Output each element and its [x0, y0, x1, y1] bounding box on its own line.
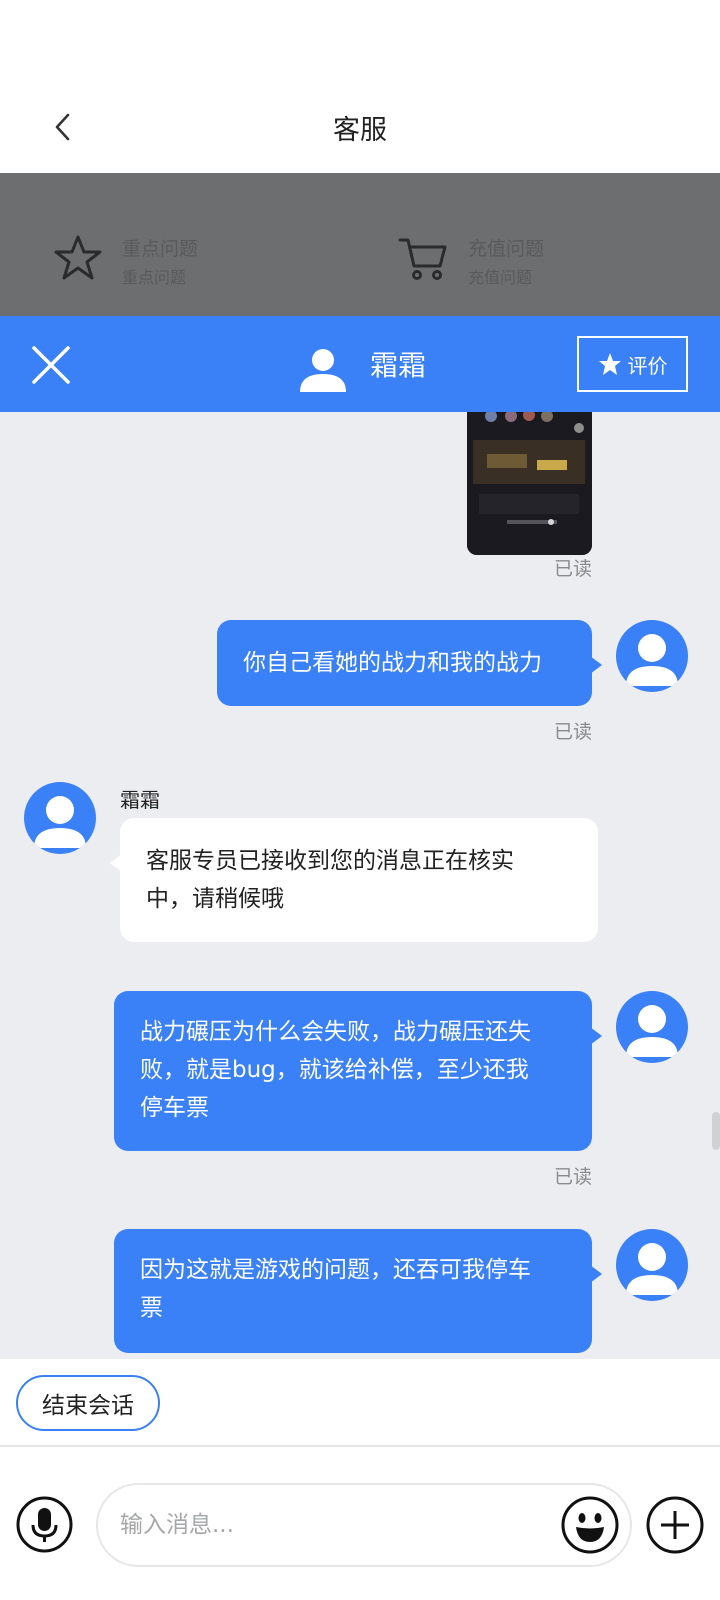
rate-button[interactable]: 评价 [577, 336, 688, 392]
cart-icon [398, 238, 447, 280]
faq-subtitle: 重点问题 [122, 268, 187, 287]
rate-label: 评价 [627, 353, 668, 378]
read-receipt: 已读 [553, 721, 592, 743]
page-title: 客服 [333, 115, 387, 146]
star-icon [598, 353, 621, 375]
message-line: 票 [140, 1295, 163, 1321]
close-icon[interactable] [30, 344, 72, 386]
outgoing-message: 战力碾压为什么会失败，战力碾压还失 败，就是bug，就该给补偿，至少还我 停车票 [114, 991, 602, 1151]
faq-title: 充值问题 [468, 238, 545, 260]
faq-panel: 重点问题 重点问题 充值问题 充值问题 [0, 173, 720, 316]
agent-avatar-icon [34, 796, 86, 848]
star-outline-icon [54, 235, 102, 280]
faq-subtitle: 充值问题 [468, 268, 533, 287]
user-avatar [616, 1229, 688, 1301]
message-line: 停车票 [140, 1095, 209, 1121]
scrollbar-thumb[interactable] [712, 1112, 720, 1150]
chat-header: 霜霜 评价 [0, 316, 720, 412]
plus-icon[interactable] [646, 1496, 704, 1554]
user-avatar [616, 620, 688, 692]
read-receipt: 已读 [553, 558, 592, 580]
input-bar [0, 1447, 720, 1600]
outgoing-message: 因为这就是游戏的问题，还吞可我停车 票 [114, 1229, 602, 1353]
read-receipt: 已读 [553, 1166, 592, 1188]
agent-avatar-icon [300, 349, 346, 392]
agent-avatar [24, 782, 96, 854]
faq-title: 重点问题 [122, 238, 199, 260]
user-avatar-icon [626, 1243, 678, 1295]
user-avatar-icon [626, 1005, 678, 1057]
sender-name: 霜霜 [120, 788, 160, 812]
message-line: 客服专员已接收到您的消息正在核实 [146, 848, 514, 874]
faq-item-key-issues[interactable]: 重点问题 重点问题 [54, 228, 314, 288]
message-list[interactable]: 已读 你自己看她的战力和我的战力 已读 霜霜 客服专员已接收到您的消息正在核实 … [0, 412, 720, 1359]
user-avatar-icon [626, 634, 678, 686]
incoming-message: 客服专员已接收到您的消息正在核实 中，请稍候哦 [110, 818, 598, 942]
game-screenshot-thumbnail [467, 412, 592, 555]
emoji-icon[interactable] [561, 1496, 619, 1554]
top-bar: 客服 [0, 0, 720, 173]
message-line: 中，请稍候哦 [146, 886, 284, 912]
user-avatar [616, 991, 688, 1063]
message-line: 败，就是bug，就该给补偿，至少还我 [140, 1057, 529, 1083]
end-session-button[interactable]: 结束会话 [16, 1375, 160, 1431]
image-message[interactable] [467, 412, 592, 555]
message-text: 你自己看她的战力和我的战力 [243, 650, 542, 676]
message-line: 因为这就是游戏的问题，还吞可我停车 [140, 1257, 531, 1283]
faq-item-recharge[interactable]: 充值问题 充值问题 [398, 228, 658, 288]
message-line: 战力碾压为什么会失败，战力碾压还失 [140, 1019, 531, 1045]
microphone-icon[interactable] [16, 1496, 73, 1553]
agent-name: 霜霜 [370, 349, 427, 382]
quick-action-bar: 结束会话 [0, 1359, 720, 1447]
outgoing-message: 你自己看她的战力和我的战力 [217, 620, 602, 706]
message-input[interactable] [96, 1483, 632, 1567]
